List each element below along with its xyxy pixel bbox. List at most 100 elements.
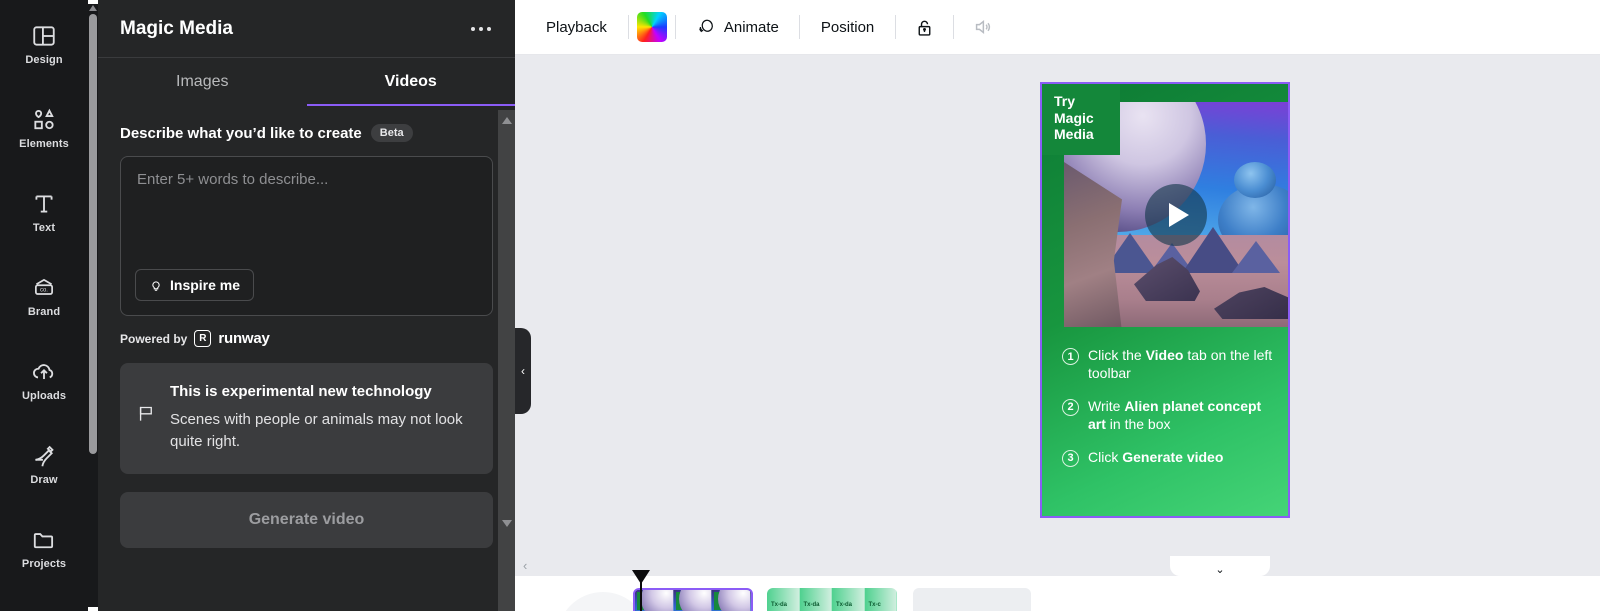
- generate-video-button[interactable]: Generate video: [120, 491, 493, 548]
- lightbulb-icon: [152, 281, 160, 291]
- timeline-scroll-left-button[interactable]: ‹: [523, 558, 527, 573]
- list-item: 1 Click the Video tab on the left toolba…: [1062, 346, 1274, 383]
- small-planet-graphic: [1234, 162, 1276, 198]
- tab-videos[interactable]: Videos: [306, 58, 516, 106]
- powered-by-label: Powered by: [120, 331, 188, 346]
- describe-label-text: Describe what you’d like to create: [120, 124, 362, 142]
- sidebar-item-draw[interactable]: Draw: [8, 428, 80, 500]
- toolbar-divider: [674, 15, 676, 39]
- playback-button[interactable]: Playback: [533, 12, 620, 43]
- toolbar-divider: [798, 15, 800, 39]
- clip-frame: [673, 590, 713, 611]
- elements-icon: [34, 108, 54, 129]
- sidebar-item-projects[interactable]: Projects: [8, 512, 80, 584]
- step-text: Write Alien planet concept art in the bo…: [1088, 397, 1262, 433]
- list-item: 2 Write Alien planet concept art in the …: [1062, 397, 1274, 434]
- sidebar-item-label-uploads: Uploads: [21, 389, 67, 402]
- left-icon-rail: Design Elements Text co. Brand Uploads D…: [0, 0, 88, 611]
- prompt-input-container[interactable]: Enter 5+ words to describe... Inspire me: [120, 156, 493, 316]
- sidebar-item-label-brand: Brand: [27, 305, 61, 318]
- timeline-empty-clip[interactable]: [913, 588, 1031, 611]
- sidebar-item-label-elements: Elements: [19, 137, 69, 150]
- sidebar-item-design[interactable]: Design: [8, 8, 80, 80]
- animate-button[interactable]: Animate: [684, 11, 791, 43]
- page-title: Magic Media: [120, 17, 233, 39]
- panel-scrollbar[interactable]: [498, 110, 515, 611]
- panel-body: Describe what you’d like to create Beta …: [98, 124, 515, 548]
- sidebar-item-label-projects: Projects: [21, 557, 67, 570]
- rail-scrollbar[interactable]: [88, 4, 98, 607]
- step-text: Click Generate video: [1088, 448, 1224, 465]
- animate-label: Animate: [723, 18, 779, 36]
- volume-button[interactable]: [962, 9, 1004, 45]
- step-number-badge: 2: [1062, 398, 1079, 416]
- inspire-me-button[interactable]: Inspire me: [135, 269, 255, 301]
- position-button[interactable]: Position: [808, 12, 887, 43]
- panel-tabs: Images Videos: [98, 58, 515, 106]
- sidebar-item-elements[interactable]: Elements: [8, 92, 80, 164]
- tab-images[interactable]: Images: [98, 58, 307, 106]
- instruction-steps: 1 Click the Video tab on the left toolba…: [1062, 346, 1274, 481]
- sidebar-item-brand[interactable]: co. Brand: [8, 260, 80, 332]
- tag-line-3: Media: [1054, 126, 1094, 143]
- notice-text: Scenes with people or animals may not lo…: [170, 410, 463, 451]
- tab-images-label: Images: [176, 73, 229, 90]
- volume-icon: [976, 19, 991, 35]
- timeline-video-clip[interactable]: [633, 588, 753, 611]
- rail-scroll-thumb[interactable]: [89, 14, 97, 454]
- clip-segment: Tx-da: [799, 588, 832, 611]
- design-page[interactable]: Try Magic Media 1 Click the Video tab on…: [1040, 82, 1290, 518]
- timeline-bar: ‹ ⌄ Tx-da Tx-da Tx-da Tx-c: [515, 556, 1600, 611]
- collapse-panel-button[interactable]: ‹: [515, 328, 531, 414]
- top-toolbar: Playback Animate Position: [515, 0, 1600, 55]
- notice-title: This is experimental new technology: [170, 383, 432, 400]
- design-canvas[interactable]: Try Magic Media 1 Click the Video tab on…: [515, 55, 1600, 611]
- sidebar-item-uploads[interactable]: Uploads: [8, 344, 80, 416]
- prompt-placeholder-text: Enter 5+ words to describe...: [137, 171, 329, 188]
- clip-segment: Tx-da: [767, 588, 800, 611]
- magic-media-panel: Magic Media Images Videos Describe what …: [98, 0, 515, 611]
- uploads-icon: [33, 363, 54, 379]
- lock-button[interactable]: [904, 10, 945, 45]
- clip-segment: Tx-c: [864, 588, 897, 611]
- projects-icon: [33, 532, 54, 548]
- describe-section-label: Describe what you’d like to create Beta: [120, 124, 493, 142]
- sidebar-item-label-draw: Draw: [30, 473, 58, 486]
- playhead-line: [640, 582, 642, 611]
- beta-badge: Beta: [370, 124, 413, 142]
- timeline-collapse-tab[interactable]: ⌄: [1170, 556, 1270, 576]
- panel-scroll-down-arrow-icon[interactable]: [502, 520, 512, 527]
- timeline-top-strip: ‹ ⌄: [515, 556, 1600, 576]
- dot-icon: [479, 26, 483, 31]
- list-item: 3 Click Generate video: [1062, 448, 1274, 467]
- clip-segment: Tx-da: [832, 588, 865, 611]
- sidebar-item-text[interactable]: Text: [8, 176, 80, 248]
- step-number-badge: 1: [1062, 348, 1079, 365]
- runway-brand-label: runway: [218, 330, 270, 347]
- rail-scroll-up-arrow-icon[interactable]: [89, 5, 97, 11]
- tag-line-1: Try: [1054, 93, 1076, 109]
- text-icon: [35, 194, 53, 213]
- design-icon: [33, 25, 55, 46]
- powered-by-runway: Powered by R runway: [120, 330, 493, 347]
- toolbar-divider: [627, 15, 629, 39]
- dot-icon: [487, 26, 491, 31]
- step-number-badge: 3: [1062, 449, 1079, 467]
- unlock-icon: [918, 20, 931, 36]
- runway-logo-icon: R: [194, 330, 212, 347]
- panel-more-options-button[interactable]: [465, 21, 497, 37]
- tag-line-2: Magic: [1054, 109, 1094, 126]
- experimental-notice: This is experimental new technology Scen…: [120, 363, 493, 474]
- svg-text:co.: co.: [40, 287, 48, 293]
- tab-videos-label: Videos: [384, 73, 437, 90]
- flag-icon: [139, 406, 152, 421]
- toolbar-divider: [895, 15, 897, 39]
- draw-icon: [35, 445, 54, 466]
- panel-scroll-up-arrow-icon[interactable]: [502, 117, 512, 124]
- play-triangle-icon: [1168, 202, 1189, 227]
- play-button[interactable]: [1145, 183, 1207, 246]
- timeline-text-clip[interactable]: Tx-da Tx-da Tx-da Tx-c: [767, 588, 897, 611]
- sidebar-item-label-design: Design: [25, 53, 63, 66]
- color-swatch-button[interactable]: [636, 12, 667, 42]
- chevron-down-icon: ⌄: [1215, 564, 1225, 576]
